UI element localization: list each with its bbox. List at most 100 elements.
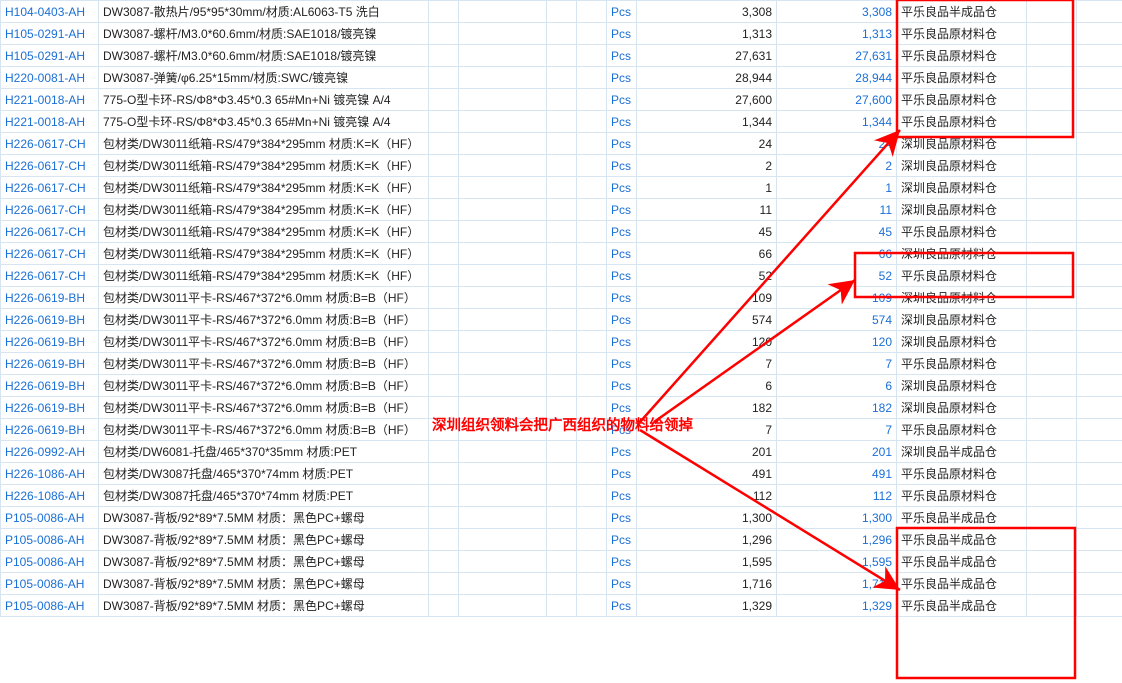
unit-cell[interactable]: Pcs [607, 45, 637, 67]
unit-cell[interactable]: Pcs [607, 265, 637, 287]
item-code[interactable]: H105-0291-AH [1, 23, 99, 45]
unit-cell[interactable]: Pcs [607, 199, 637, 221]
item-code[interactable]: H226-0617-CH [1, 199, 99, 221]
unit-cell[interactable]: Pcs [607, 243, 637, 265]
qty-2[interactable]: 1,296 [777, 529, 897, 551]
unit-cell[interactable]: Pcs [607, 89, 637, 111]
unit-cell[interactable]: Pcs [607, 309, 637, 331]
item-code[interactable]: H105-0291-AH [1, 45, 99, 67]
table-row[interactable]: H221-0018-AH775-O型卡环-RS/Φ8*Φ3.45*0.3 65#… [1, 111, 1122, 133]
qty-2[interactable]: 1 [777, 177, 897, 199]
item-code[interactable]: P105-0086-AH [1, 507, 99, 529]
item-code[interactable]: H226-0617-CH [1, 243, 99, 265]
qty-2[interactable]: 7 [777, 419, 897, 441]
qty-2[interactable]: 491 [777, 463, 897, 485]
item-code[interactable]: H226-0617-CH [1, 133, 99, 155]
qty-2[interactable]: 182 [777, 397, 897, 419]
unit-cell[interactable]: Pcs [607, 67, 637, 89]
qty-2[interactable]: 11 [777, 199, 897, 221]
table-row[interactable]: H226-0619-BH包材类/DW3011平卡-RS/467*372*6.0m… [1, 353, 1122, 375]
item-code[interactable]: P105-0086-AH [1, 595, 99, 617]
qty-2[interactable]: 1,716 [777, 573, 897, 595]
table-row[interactable]: H226-0617-CH包材类/DW3011纸箱-RS/479*384*295m… [1, 133, 1122, 155]
table-row[interactable]: H226-1086-AH包材类/DW3087托盘/465*370*74mm 材质… [1, 485, 1122, 507]
item-code[interactable]: H226-0619-BH [1, 309, 99, 331]
unit-cell[interactable]: Pcs [607, 397, 637, 419]
table-row[interactable]: P105-0086-AHDW3087-背板/92*89*7.5MM 材质：黑色P… [1, 595, 1122, 617]
qty-2[interactable]: 112 [777, 485, 897, 507]
table-row[interactable]: H226-0617-CH包材类/DW3011纸箱-RS/479*384*295m… [1, 155, 1122, 177]
item-code[interactable]: H226-0619-BH [1, 353, 99, 375]
qty-2[interactable]: 24 [777, 133, 897, 155]
table-row[interactable]: H226-0992-AH包材类/DW6081-托盘/465*370*35mm 材… [1, 441, 1122, 463]
unit-cell[interactable]: Pcs [607, 331, 637, 353]
item-code[interactable]: P105-0086-AH [1, 573, 99, 595]
item-code[interactable]: H226-0992-AH [1, 441, 99, 463]
unit-cell[interactable]: Pcs [607, 133, 637, 155]
unit-cell[interactable]: Pcs [607, 111, 637, 133]
qty-2[interactable]: 52 [777, 265, 897, 287]
item-code[interactable]: H226-0617-CH [1, 265, 99, 287]
qty-2[interactable]: 28,944 [777, 67, 897, 89]
qty-2[interactable]: 27,631 [777, 45, 897, 67]
qty-2[interactable]: 1,595 [777, 551, 897, 573]
table-row[interactable]: H226-0617-CH包材类/DW3011纸箱-RS/479*384*295m… [1, 243, 1122, 265]
unit-cell[interactable]: Pcs [607, 595, 637, 617]
unit-cell[interactable]: Pcs [607, 507, 637, 529]
qty-2[interactable]: 2 [777, 155, 897, 177]
item-code[interactable]: H226-0619-BH [1, 397, 99, 419]
table-row[interactable]: H226-1086-AH包材类/DW3087托盘/465*370*74mm 材质… [1, 463, 1122, 485]
item-code[interactable]: H226-0619-BH [1, 419, 99, 441]
qty-2[interactable]: 574 [777, 309, 897, 331]
table-row[interactable]: H104-0403-AHDW3087-散热片/95*95*30mm/材质:AL6… [1, 1, 1122, 23]
unit-cell[interactable]: Pcs [607, 551, 637, 573]
item-code[interactable]: P105-0086-AH [1, 551, 99, 573]
unit-cell[interactable]: Pcs [607, 573, 637, 595]
item-code[interactable]: P105-0086-AH [1, 529, 99, 551]
item-code[interactable]: H221-0018-AH [1, 111, 99, 133]
item-code[interactable]: H226-0617-CH [1, 221, 99, 243]
data-grid[interactable]: H104-0403-AHDW3087-散热片/95*95*30mm/材质:AL6… [0, 0, 1122, 617]
table-row[interactable]: P105-0086-AHDW3087-背板/92*89*7.5MM 材质：黑色P… [1, 507, 1122, 529]
unit-cell[interactable]: Pcs [607, 155, 637, 177]
table-row[interactable]: P105-0086-AHDW3087-背板/92*89*7.5MM 材质：黑色P… [1, 573, 1122, 595]
unit-cell[interactable]: Pcs [607, 221, 637, 243]
unit-cell[interactable]: Pcs [607, 177, 637, 199]
table-row[interactable]: H226-0619-BH包材类/DW3011平卡-RS/467*372*6.0m… [1, 331, 1122, 353]
item-code[interactable]: H221-0018-AH [1, 89, 99, 111]
unit-cell[interactable]: Pcs [607, 419, 637, 441]
table-row[interactable]: H226-0617-CH包材类/DW3011纸箱-RS/479*384*295m… [1, 177, 1122, 199]
item-code[interactable]: H226-0619-BH [1, 331, 99, 353]
table-row[interactable]: H226-0617-CH包材类/DW3011纸箱-RS/479*384*295m… [1, 221, 1122, 243]
unit-cell[interactable]: Pcs [607, 23, 637, 45]
qty-2[interactable]: 1,300 [777, 507, 897, 529]
table-row[interactable]: P105-0086-AHDW3087-背板/92*89*7.5MM 材质：黑色P… [1, 529, 1122, 551]
table-row[interactable]: H105-0291-AHDW3087-螺杆/M3.0*60.6mm/材质:SAE… [1, 45, 1122, 67]
unit-cell[interactable]: Pcs [607, 1, 637, 23]
table-row[interactable]: H226-0617-CH包材类/DW3011纸箱-RS/479*384*295m… [1, 265, 1122, 287]
qty-2[interactable]: 66 [777, 243, 897, 265]
unit-cell[interactable]: Pcs [607, 441, 637, 463]
table-row[interactable]: H226-0617-CH包材类/DW3011纸箱-RS/479*384*295m… [1, 199, 1122, 221]
item-code[interactable]: H226-0617-CH [1, 155, 99, 177]
unit-cell[interactable]: Pcs [607, 529, 637, 551]
qty-2[interactable]: 27,600 [777, 89, 897, 111]
item-code[interactable]: H226-1086-AH [1, 485, 99, 507]
table-row[interactable]: H226-0619-BH包材类/DW3011平卡-RS/467*372*6.0m… [1, 287, 1122, 309]
table-row[interactable]: P105-0086-AHDW3087-背板/92*89*7.5MM 材质：黑色P… [1, 551, 1122, 573]
table-row[interactable]: H221-0018-AH775-O型卡环-RS/Φ8*Φ3.45*0.3 65#… [1, 89, 1122, 111]
qty-2[interactable]: 201 [777, 441, 897, 463]
table-row[interactable]: H226-0619-BH包材类/DW3011平卡-RS/467*372*6.0m… [1, 419, 1122, 441]
item-code[interactable]: H104-0403-AH [1, 1, 99, 23]
qty-2[interactable]: 1,329 [777, 595, 897, 617]
qty-2[interactable]: 1,344 [777, 111, 897, 133]
item-code[interactable]: H226-0617-CH [1, 177, 99, 199]
item-code[interactable]: H226-0619-BH [1, 287, 99, 309]
unit-cell[interactable]: Pcs [607, 287, 637, 309]
qty-2[interactable]: 109 [777, 287, 897, 309]
unit-cell[interactable]: Pcs [607, 463, 637, 485]
item-code[interactable]: H226-0619-BH [1, 375, 99, 397]
unit-cell[interactable]: Pcs [607, 485, 637, 507]
qty-2[interactable]: 7 [777, 353, 897, 375]
item-code[interactable]: H220-0081-AH [1, 67, 99, 89]
